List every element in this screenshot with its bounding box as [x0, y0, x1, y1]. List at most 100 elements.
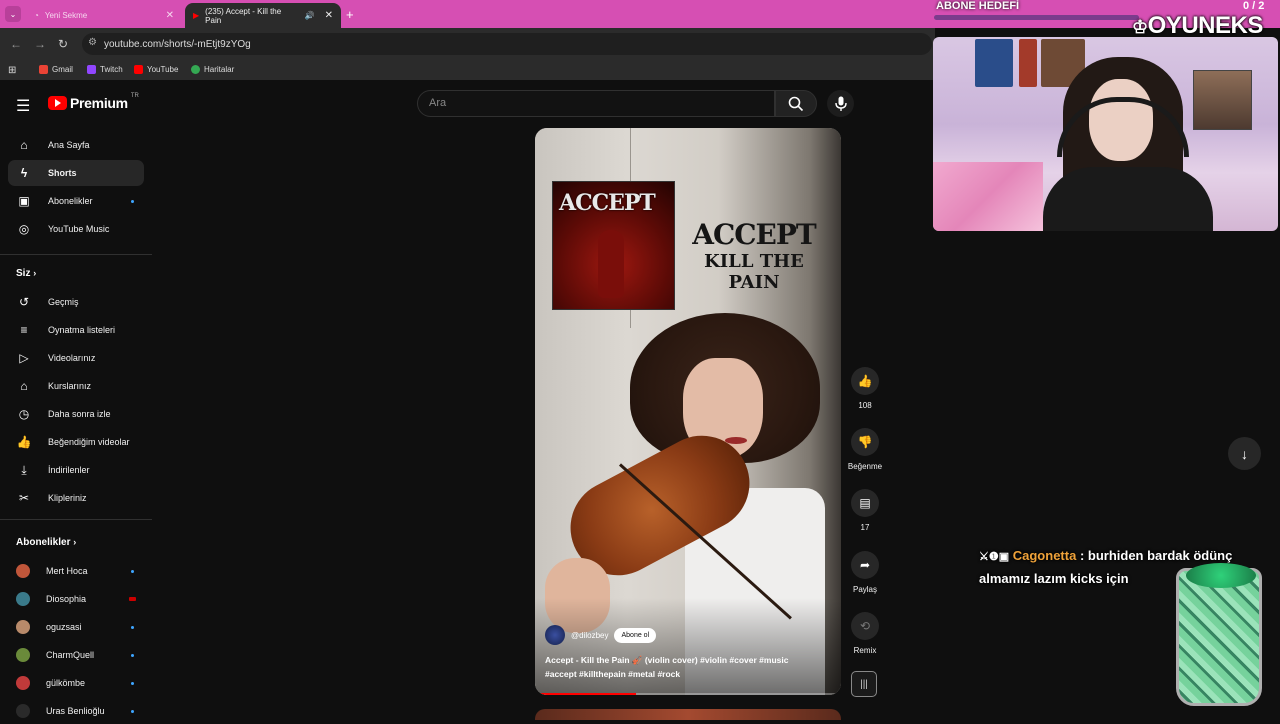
chat-badges-icon: ⚔❶▣ [979, 551, 1010, 563]
url-text: youtube.com/shorts/-mEtjt9zYOg [104, 38, 251, 50]
streamer [1043, 57, 1213, 231]
sidebar-item-history[interactable]: ↺ Geçmiş [8, 289, 144, 315]
divider [0, 519, 152, 520]
address-bar[interactable]: ⚙ youtube.com/shorts/-mEtjt9zYOg [82, 33, 932, 55]
chat-text: almamız lazım kicks için [979, 571, 1129, 586]
new-content-dot [131, 653, 134, 657]
menu-icon[interactable]: ☰ [16, 96, 30, 116]
next-short-button[interactable]: ↓ [1228, 437, 1261, 470]
shorts-player[interactable]: ACCEPT ACCEPT KILL THE PAIN @dilozbey Ab… [535, 128, 841, 695]
dislike-button[interactable]: 👎 [851, 428, 879, 456]
close-tab-icon[interactable]: ✕ [166, 10, 174, 21]
remix-action: ⟲ Remix [850, 612, 880, 655]
bookmark-gmail[interactable]: Gmail [39, 65, 73, 74]
sidebar-item-channel[interactable]: Uras Benlioğlu [8, 698, 144, 724]
bookmark-youtube[interactable]: YouTube [134, 65, 178, 74]
remix-button[interactable]: ⟲ [851, 612, 879, 640]
song-name: KILL THE PAIN [704, 251, 804, 293]
voice-search-button[interactable] [827, 90, 854, 117]
search-input[interactable]: Ara [417, 90, 775, 117]
sidebar-item-channel[interactable]: gülkömbe [8, 670, 144, 696]
new-tab-plus-icon[interactable]: + [346, 7, 354, 22]
tab-label: (235) Accept - Kill the Pain [205, 6, 282, 25]
apps-grid-icon[interactable]: ⊞ [8, 65, 16, 76]
bed [933, 162, 1043, 231]
tab-search-icon[interactable]: ⌄ [5, 6, 21, 22]
sidebar-item-channel[interactable]: CharmQuell [8, 642, 144, 668]
sidebar-item-shorts[interactable]: ϟ Shorts [8, 160, 144, 186]
progress-bar[interactable] [535, 693, 841, 695]
comment-count: 17 [860, 523, 870, 532]
sidebar-item-subscriptions[interactable]: ▣ Abonelikler [8, 188, 144, 214]
avatar [16, 620, 30, 634]
subscribe-button[interactable]: Abone ol [614, 627, 657, 643]
close-tab-icon[interactable]: ✕ [325, 10, 333, 21]
liked-icon: 👍 [16, 435, 32, 449]
playlists-icon: ≡ [20, 323, 28, 337]
search-icon [788, 96, 804, 111]
sidebar-item-playlists[interactable]: ≡ Oynatma listeleri [8, 317, 144, 343]
share-button[interactable]: ➦ [851, 551, 879, 579]
microphone-icon [834, 96, 847, 111]
wall-poster [975, 39, 1013, 87]
forward-icon[interactable]: → [34, 37, 46, 51]
like-count: 108 [858, 401, 872, 410]
dislike-label: Beğenme [847, 462, 883, 471]
sidebar-item-clips[interactable]: ✂ Klipleriniz [8, 485, 144, 511]
share-icon: ➦ [859, 558, 871, 572]
logo-text: Premium [70, 95, 128, 111]
back-icon[interactable]: ← [10, 37, 22, 51]
youtube-favicon-icon: ▶ [193, 11, 200, 20]
bookmark-maps[interactable]: Haritalar [191, 65, 234, 74]
album-cover-art [598, 230, 624, 298]
site-info-icon[interactable]: ⚙ [88, 37, 97, 48]
progress-fill [535, 693, 636, 695]
guest-webcam [1193, 70, 1252, 130]
sidebar-item-courses[interactable]: ⌂ Kurslarınız [8, 373, 144, 399]
sidebar-item-channel[interactable]: Diosophia [8, 586, 144, 612]
new-content-dot [131, 199, 134, 203]
music-icon: ◎ [18, 222, 30, 236]
speaker-icon[interactable]: 🔊 [305, 11, 315, 20]
like-button[interactable]: 👍 [851, 367, 879, 395]
share-action: ➦ Paylaş [850, 551, 880, 594]
avatar [16, 648, 30, 662]
comments-button[interactable]: ▤ [851, 489, 879, 517]
divider [0, 254, 152, 255]
sidebar-item-watch-later[interactable]: ◷ Daha sonra izle [8, 401, 144, 427]
sidebar-item-liked-videos[interactable]: 👍 Beğendiğim videolar [8, 429, 144, 455]
sidebar-item-downloads[interactable]: ⤓ İndirilenler [8, 457, 144, 483]
wall-poster [1019, 39, 1037, 87]
channel-name[interactable]: @dilozbey [571, 631, 608, 640]
browser-tab-youtube[interactable]: ▶ (235) Accept - Kill the Pain 🔊 ✕ [185, 3, 341, 28]
chat-username: Cagonetta [1012, 548, 1077, 563]
bookmark-twitch[interactable]: Twitch [87, 65, 123, 74]
channel-brand-logo: ♔OYUNEKS [1132, 12, 1263, 39]
sidebar-section-subscriptions[interactable]: Abonelikler › [16, 537, 76, 548]
reload-icon[interactable]: ↻ [58, 37, 68, 51]
audio-wave-icon: ||| [860, 678, 868, 690]
popcorn-cup-graphic [1176, 568, 1262, 706]
avatar [16, 704, 30, 718]
short-description[interactable]: Accept - Kill the Pain 🎻 (violin cover) … [545, 653, 815, 681]
channel-row: @dilozbey Abone ol [545, 625, 657, 645]
sidebar-item-home[interactable]: ⌂ Ana Sayfa [8, 132, 144, 158]
sidebar-item-youtube-music[interactable]: ◎ YouTube Music [8, 216, 144, 242]
sidebar-item-your-videos[interactable]: ▷ Videolarınız [8, 345, 144, 371]
channel-avatar[interactable] [545, 625, 565, 645]
sidebar-section-you[interactable]: Siz › [16, 268, 36, 279]
comment-icon: ▤ [859, 496, 871, 510]
sidebar-item-channel[interactable]: oguzsasi [8, 614, 144, 640]
song-title-card: ACCEPT KILL THE PAIN [679, 218, 829, 293]
search-button[interactable] [775, 90, 817, 117]
new-tab-favicon-icon: ◔ [34, 11, 39, 20]
sound-button[interactable]: ||| [851, 671, 877, 697]
bookmarks-bar: ⊞ Gmail Twitch YouTube Haritalar [0, 60, 935, 80]
youtube-logo[interactable]: Premium TR [48, 93, 139, 111]
courses-icon: ⌂ [20, 379, 28, 393]
dislike-action: 👎 Beğenme [848, 428, 882, 471]
sidebar-item-channel[interactable]: Mert Hoca [8, 558, 144, 584]
next-short-preview[interactable] [535, 709, 841, 720]
thumbs-up-icon: 👍 [857, 374, 873, 388]
browser-tab-new[interactable]: ◔ Yeni Sekme ✕ [26, 3, 182, 28]
